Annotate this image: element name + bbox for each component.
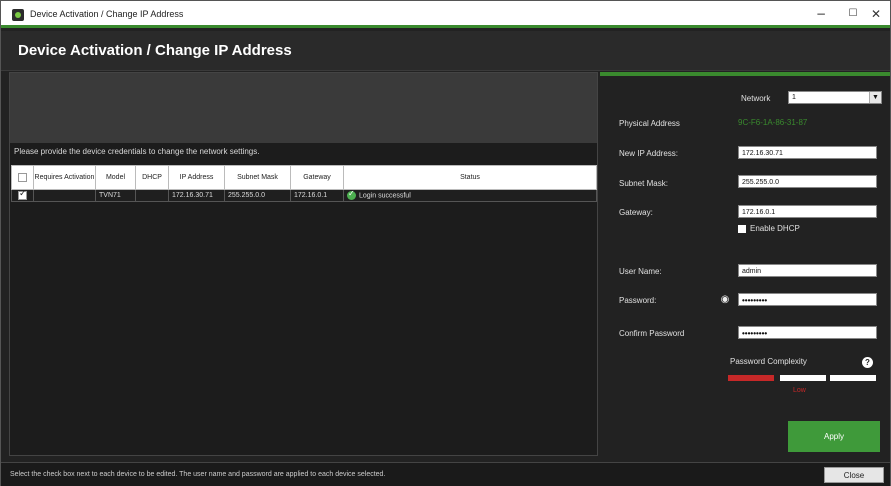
minimize-button[interactable]: − bbox=[808, 5, 834, 23]
footer-bar: Select the check box next to each device… bbox=[1, 462, 890, 486]
column-requires-activation[interactable]: Requires Activation bbox=[33, 165, 96, 190]
credentials-info-text: Please provide the device credentials to… bbox=[14, 147, 260, 156]
title-bar: Device Activation / Change IP Address − … bbox=[1, 1, 890, 28]
network-label: Network bbox=[741, 94, 771, 103]
cell-gateway: 172.16.0.1 bbox=[290, 189, 344, 202]
username-label: User Name: bbox=[619, 267, 662, 276]
enable-dhcp-toggle[interactable]: Enable DHCP bbox=[738, 224, 800, 233]
username-field[interactable]: admin bbox=[738, 264, 877, 277]
gateway-field[interactable]: 172.16.0.1 bbox=[738, 205, 877, 218]
complexity-value: Low bbox=[793, 387, 806, 394]
subnet-mask-label: Subnet Mask: bbox=[619, 179, 668, 188]
window-title: Device Activation / Change IP Address bbox=[30, 9, 184, 19]
subnet-mask-field[interactable]: 255.255.0.0 bbox=[738, 175, 877, 188]
enable-dhcp-label: Enable DHCP bbox=[750, 224, 800, 233]
password-complexity-label: Password Complexity bbox=[730, 357, 807, 366]
table-row[interactable]: TVN71 172.16.30.71 255.255.0.0 172.16.0.… bbox=[11, 189, 597, 202]
cell-ip-address: 172.16.30.71 bbox=[168, 189, 225, 202]
column-gateway[interactable]: Gateway bbox=[290, 165, 344, 190]
row-select-cell[interactable] bbox=[11, 189, 34, 202]
enable-dhcp-checkbox[interactable] bbox=[738, 224, 746, 233]
close-button[interactable]: Close bbox=[824, 467, 884, 483]
select-all-checkbox[interactable] bbox=[18, 172, 27, 182]
cell-model: TVN71 bbox=[95, 189, 136, 202]
status-text: Login successful bbox=[359, 192, 411, 200]
network-settings-panel: Network 1 ▼ Physical Address 9C-F6-1A-86… bbox=[600, 72, 890, 456]
physical-address-value: 9C-F6-1A-86-31-87 bbox=[738, 118, 808, 127]
password-label: Password: bbox=[619, 296, 657, 305]
network-select[interactable]: 1 ▼ bbox=[788, 91, 882, 104]
device-list-panel: Please provide the device credentials to… bbox=[9, 72, 598, 456]
complexity-bar-high bbox=[830, 375, 876, 381]
confirm-password-label: Confirm Password bbox=[619, 329, 685, 338]
apply-button[interactable]: Apply bbox=[788, 421, 880, 452]
network-select-value: 1 bbox=[792, 94, 796, 101]
cell-subnet-mask: 255.255.0.0 bbox=[224, 189, 291, 202]
new-ip-field[interactable]: 172.16.30.71 bbox=[738, 146, 877, 159]
success-check-icon bbox=[347, 189, 356, 200]
select-all-header[interactable] bbox=[11, 165, 34, 190]
complexity-bar-medium bbox=[780, 375, 826, 381]
cell-status: Login successful bbox=[343, 189, 597, 202]
gateway-label: Gateway: bbox=[619, 208, 653, 217]
page-title: Device Activation / Change IP Address bbox=[18, 42, 292, 59]
new-ip-label: New IP Address: bbox=[619, 149, 678, 158]
device-activation-window: Device Activation / Change IP Address − … bbox=[0, 0, 891, 486]
complexity-bar-low bbox=[728, 375, 774, 381]
banner-area bbox=[10, 73, 597, 143]
app-icon bbox=[12, 9, 24, 21]
column-ip-address[interactable]: IP Address bbox=[168, 165, 225, 190]
column-dhcp[interactable]: DHCP bbox=[135, 165, 169, 190]
table-header-row: Requires Activation Model DHCP IP Addres… bbox=[11, 165, 597, 190]
confirm-password-field[interactable]: ••••••••• bbox=[738, 326, 877, 339]
password-field[interactable]: ••••••••• bbox=[738, 293, 877, 306]
chevron-down-icon[interactable]: ▼ bbox=[869, 92, 881, 103]
cell-requires-activation bbox=[33, 189, 96, 202]
row-checkbox[interactable] bbox=[18, 189, 27, 200]
column-status[interactable]: Status bbox=[343, 165, 597, 190]
cell-dhcp bbox=[135, 189, 169, 202]
column-model[interactable]: Model bbox=[95, 165, 136, 190]
show-password-eye-icon[interactable]: ◉ bbox=[719, 295, 731, 305]
close-window-button[interactable]: ✕ bbox=[863, 5, 889, 23]
help-icon[interactable]: ? bbox=[862, 357, 873, 368]
page-header: Device Activation / Change IP Address bbox=[1, 31, 890, 71]
physical-address-label: Physical Address bbox=[619, 119, 680, 128]
column-subnet-mask[interactable]: Subnet Mask bbox=[224, 165, 291, 190]
device-table: Requires Activation Model DHCP IP Addres… bbox=[11, 165, 597, 202]
footer-message: Select the check box next to each device… bbox=[10, 471, 386, 478]
